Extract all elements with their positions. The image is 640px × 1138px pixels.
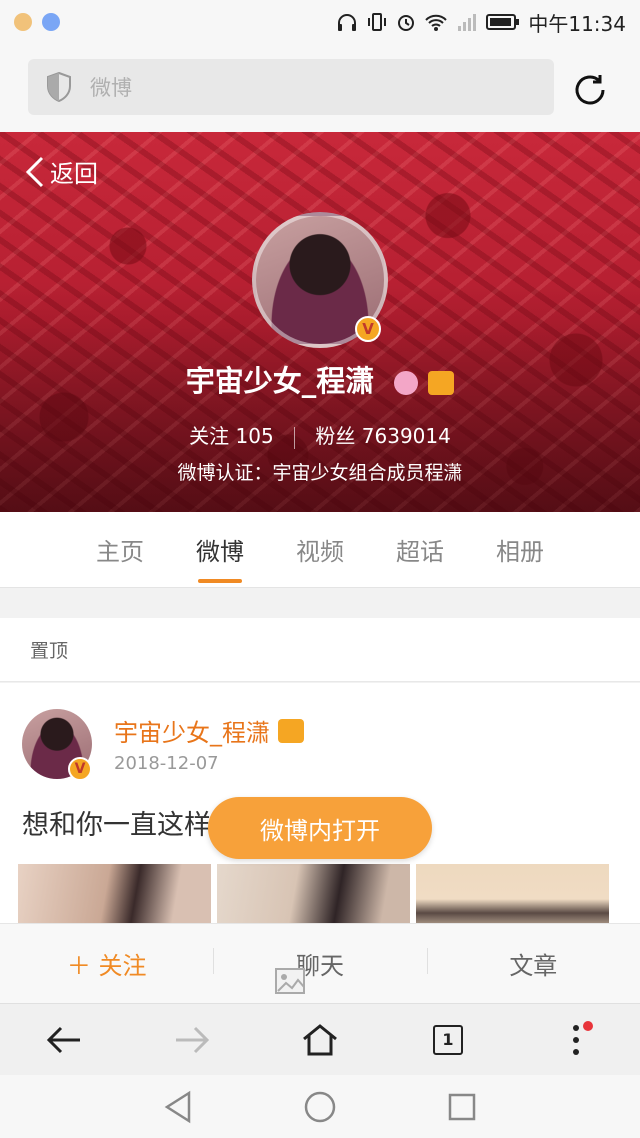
forward-nav-button[interactable] xyxy=(167,1015,217,1065)
home-icon xyxy=(303,1023,337,1055)
post-text[interactable]: 想和你一直这样 xyxy=(22,803,211,842)
post-date: 2018-12-07 xyxy=(114,753,219,774)
system-back-icon[interactable] xyxy=(163,1090,193,1124)
reload-icon[interactable] xyxy=(570,70,610,110)
post-photo[interactable] xyxy=(217,864,410,923)
notification-dot xyxy=(583,1020,593,1031)
headphones-icon xyxy=(338,14,357,31)
system-nav-bar xyxy=(0,1075,640,1138)
profile-stats: 关注 105 粉丝 7639014 xyxy=(0,420,640,449)
pinned-label: 置顶 xyxy=(0,618,640,682)
wifi-icon xyxy=(425,14,448,31)
system-home-icon[interactable] xyxy=(303,1090,337,1124)
system-recents-icon[interactable] xyxy=(447,1092,477,1122)
status-bar: 中午11:34 xyxy=(0,0,640,44)
female-icon xyxy=(394,371,419,395)
stats-divider xyxy=(294,426,296,449)
tab-weibo[interactable]: 微博 xyxy=(194,532,246,583)
post-photo[interactable] xyxy=(416,864,609,923)
following-count[interactable]: 105 xyxy=(236,424,274,448)
articles-button[interactable]: 文章 xyxy=(426,946,640,981)
browser-toolbar: 微博 xyxy=(0,44,640,132)
vip-crown-icon xyxy=(428,371,455,395)
image-placeholder-icon xyxy=(275,968,305,994)
profile-action-bar: ＋ 关注 聊天 文章 xyxy=(0,923,640,1003)
profile-tabs: 主页 微博 视频 超话 相册 xyxy=(0,512,640,588)
followers-label[interactable]: 粉丝 xyxy=(315,424,355,448)
post-vip-crown-icon xyxy=(278,718,304,743)
tab-supertopic[interactable]: 超话 xyxy=(394,532,446,567)
post-photo[interactable] xyxy=(18,864,211,923)
arrow-left-icon xyxy=(46,1026,80,1053)
url-search-input[interactable]: 微博 xyxy=(28,59,554,115)
follow-button[interactable]: ＋ 关注 xyxy=(0,946,213,981)
profile-name-row: 宇宙少女_程潇 xyxy=(0,358,640,400)
browser-nav-bar: 1 xyxy=(0,1003,640,1075)
back-button[interactable]: 返回 xyxy=(24,154,98,189)
verification-text: 微博认证：宇宙少女组合成员程潇 xyxy=(177,462,463,484)
post-photos xyxy=(18,864,609,923)
chevron-left-icon xyxy=(25,156,44,187)
post-author-row[interactable]: 宇宙少女_程潇 xyxy=(114,713,304,748)
battery-icon xyxy=(486,14,520,30)
post-author[interactable]: 宇宙少女_程潇 xyxy=(114,713,270,748)
shield-icon xyxy=(47,72,71,102)
vibrate-icon xyxy=(368,13,387,31)
arrow-right-icon xyxy=(176,1026,210,1053)
app-notification-icon xyxy=(14,13,32,31)
profile-name: 宇宙少女_程潇 xyxy=(185,364,375,398)
tab-count: 1 xyxy=(433,1024,463,1055)
tab-album[interactable]: 相册 xyxy=(494,532,546,567)
signal-icon xyxy=(458,14,477,31)
home-nav-button[interactable] xyxy=(295,1015,345,1065)
more-vertical-icon xyxy=(573,1024,579,1055)
menu-nav-button[interactable] xyxy=(551,1015,601,1065)
back-label: 返回 xyxy=(50,160,98,188)
profile-cover: 返回 V 宇宙少女_程潇 关注 105 粉丝 7639014 微博认证：宇宙少女… xyxy=(0,132,640,512)
back-nav-button[interactable] xyxy=(39,1015,89,1065)
following-label[interactable]: 关注 xyxy=(189,424,229,448)
tab-home[interactable]: 主页 xyxy=(94,532,146,567)
tab-video[interactable]: 视频 xyxy=(294,532,346,567)
verified-badge-icon: V xyxy=(355,316,381,342)
search-placeholder: 微博 xyxy=(90,76,132,100)
followers-count[interactable]: 7639014 xyxy=(362,424,451,448)
status-time: 中午11:34 xyxy=(528,11,626,36)
chat-button[interactable]: 聊天 xyxy=(213,946,426,981)
music-icon xyxy=(42,13,60,31)
alarm-icon xyxy=(398,15,415,31)
post-verified-badge-icon: V xyxy=(68,757,92,781)
open-in-app-button[interactable]: 微博内打开 xyxy=(208,797,432,859)
tabs-nav-button[interactable]: 1 xyxy=(423,1015,473,1065)
